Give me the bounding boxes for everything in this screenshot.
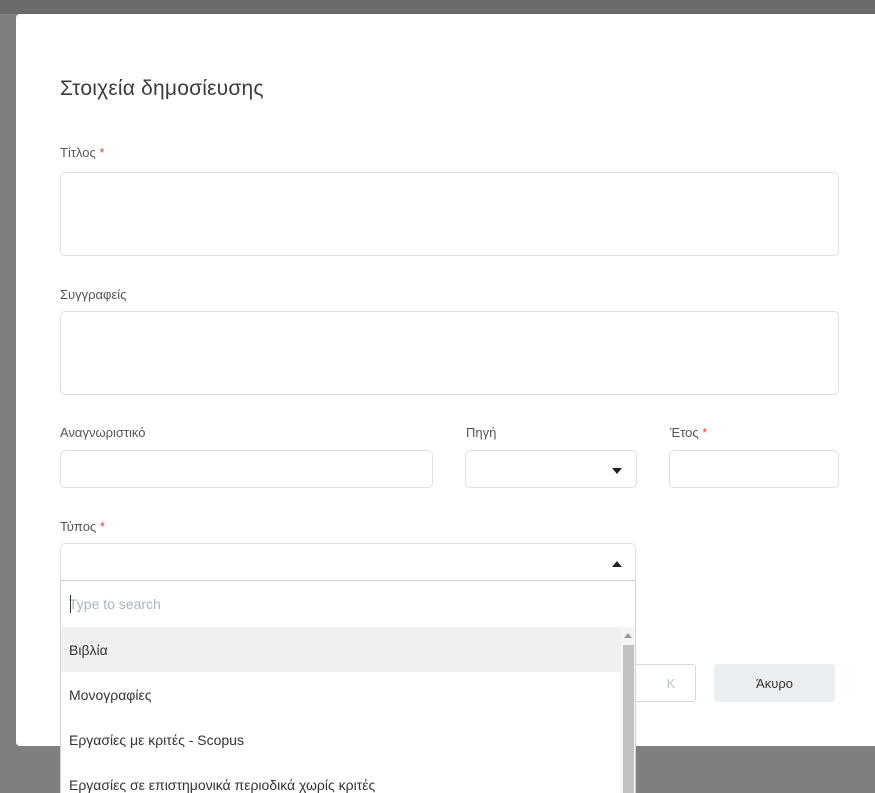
identifier-input[interactable] xyxy=(60,450,433,488)
title-textarea[interactable] xyxy=(60,172,839,256)
ok-button-label: K xyxy=(666,675,676,691)
dropdown-option[interactable]: Βιβλία xyxy=(61,627,621,672)
scroll-up-arrow-icon[interactable] xyxy=(624,633,632,638)
backdrop-top-strip xyxy=(0,0,875,14)
type-dropdown-menu: Βιβλία Μονογραφίες Εργασίες με κριτές - … xyxy=(60,580,636,793)
type-required-mark: * xyxy=(99,519,105,534)
dropdown-search-row xyxy=(61,581,635,628)
year-input[interactable] xyxy=(669,450,839,488)
source-select[interactable] xyxy=(465,450,637,488)
year-label-text: Έτος xyxy=(670,425,699,440)
authors-textarea[interactable] xyxy=(60,311,839,395)
dropdown-search-input[interactable] xyxy=(69,593,609,615)
title-label: Τίτλος * xyxy=(60,145,104,160)
cancel-button[interactable]: Άκυρο xyxy=(714,664,835,702)
year-required-mark: * xyxy=(702,425,708,440)
authors-label: Συγγραφείς xyxy=(60,287,127,302)
title-label-text: Τίτλος xyxy=(60,145,96,160)
dropdown-option[interactable]: Εργασίες με κριτές - Scopus xyxy=(61,717,621,762)
dropdown-option[interactable]: Εργασίες σε επιστημονικά περιοδικά χωρίς… xyxy=(61,762,621,793)
text-cursor xyxy=(70,595,71,613)
year-label: Έτος * xyxy=(670,425,707,440)
dropdown-option[interactable]: Μονογραφίες xyxy=(61,672,621,717)
type-select[interactable] xyxy=(60,543,636,581)
dropdown-scrollbar-thumb[interactable] xyxy=(623,645,634,793)
identifier-label: Αναγνωριστικό xyxy=(60,425,146,440)
source-label: Πηγή xyxy=(466,425,497,440)
chevron-down-icon xyxy=(612,468,622,474)
type-label-text: Τύπος xyxy=(60,519,97,534)
chevron-up-icon xyxy=(612,561,622,567)
title-required-mark: * xyxy=(99,145,105,160)
type-label: Τύπος * xyxy=(60,519,105,534)
dialog-title: Στοιχεία δημοσίευσης xyxy=(60,77,264,100)
